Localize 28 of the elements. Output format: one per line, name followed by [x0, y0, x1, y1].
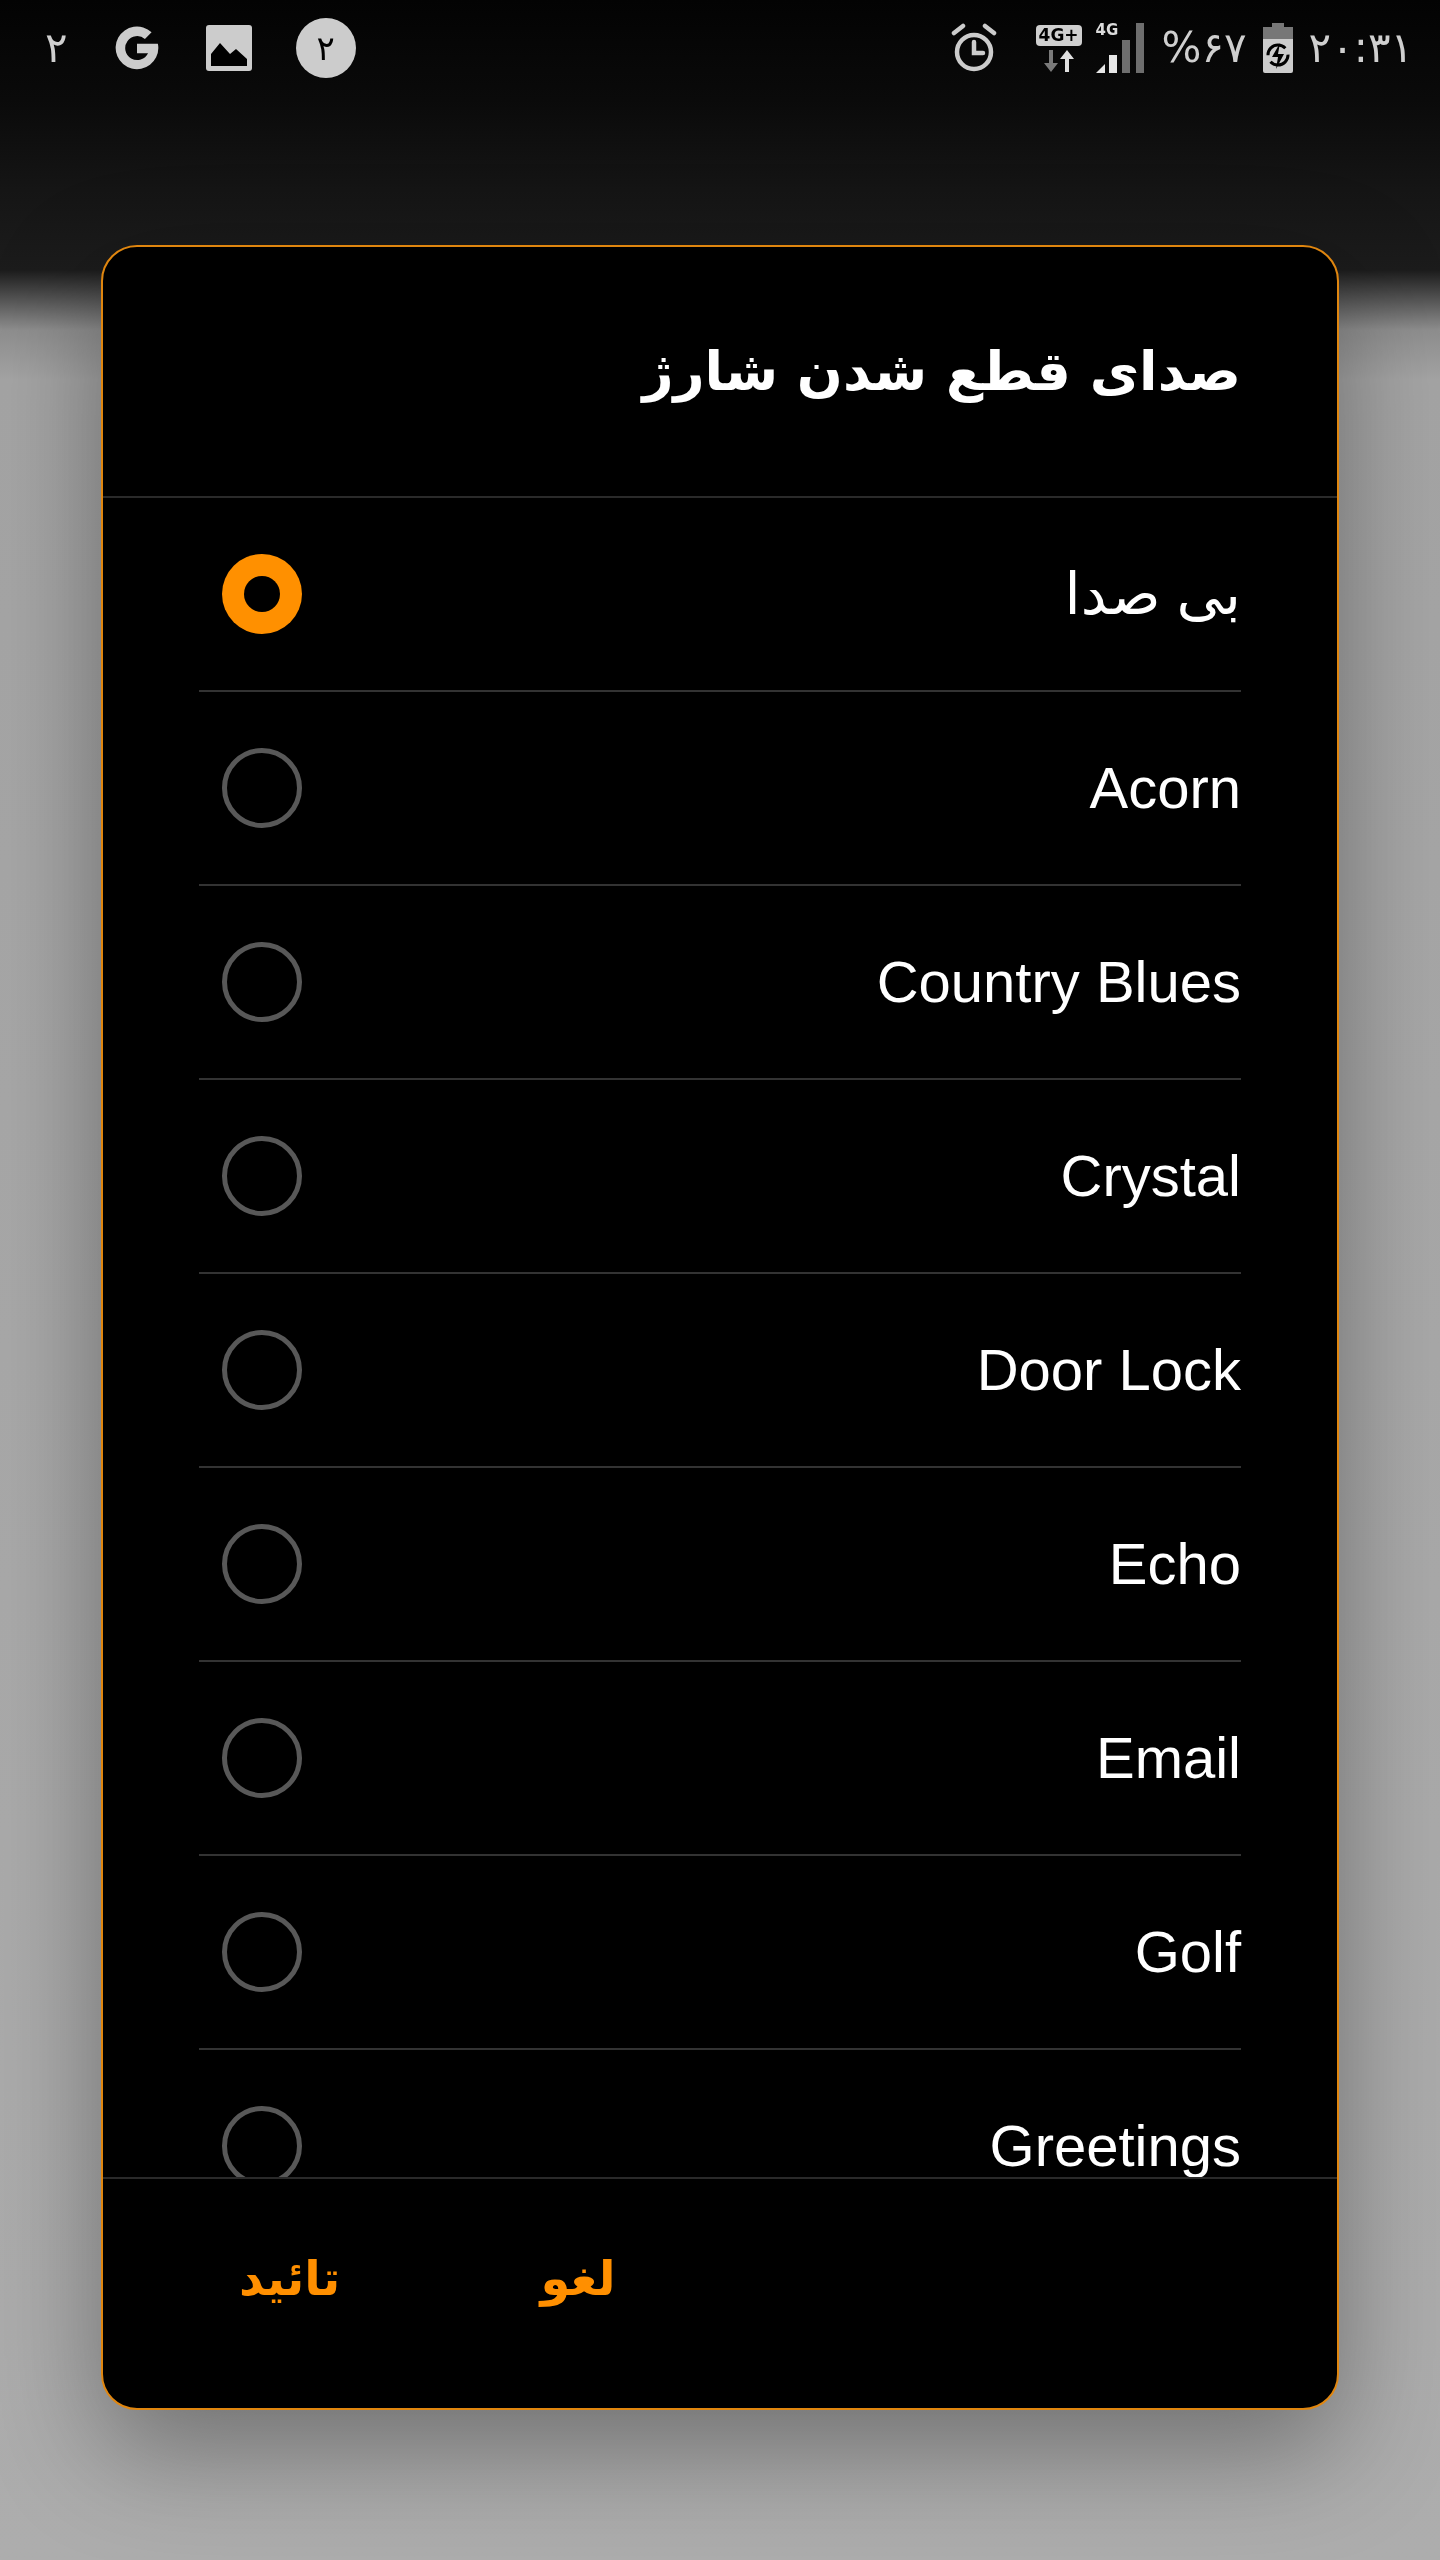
dialog-button[interactable]: تائید — [209, 2239, 371, 2318]
option-label[interactable]: Golf — [1134, 1918, 1241, 1986]
dialog-button[interactable]: لغو — [510, 2239, 646, 2318]
radio-button[interactable] — [222, 1136, 302, 1216]
option-label[interactable]: Door Lock — [976, 1336, 1241, 1404]
radio-button[interactable] — [222, 748, 302, 828]
clock-time: ۲۰:۳۱ — [1308, 27, 1413, 69]
radio-button[interactable] — [222, 1912, 302, 1992]
radio-button[interactable] — [222, 1718, 302, 1798]
dialog-title: صدای قطع شدن شارژ — [642, 340, 1241, 403]
network-label: 4G — [1095, 23, 1119, 38]
battery-charging-icon — [1260, 23, 1295, 73]
option-label[interactable]: Echo — [1108, 1530, 1241, 1598]
radio-button[interactable] — [222, 1330, 302, 1410]
battery-percentage: %۶۷ — [1161, 27, 1247, 69]
alarm-clock-icon — [949, 23, 998, 73]
notification-count: ۲ — [45, 27, 68, 69]
image-icon — [205, 25, 252, 71]
option-label[interactable]: Country Blues — [876, 948, 1241, 1016]
option-label[interactable]: Crystal — [1060, 1142, 1241, 1210]
radio-button[interactable] — [222, 942, 302, 1022]
radio-button[interactable] — [222, 2106, 302, 2177]
notification-badge: ۲ — [295, 18, 356, 78]
option-label[interactable]: Acorn — [1089, 754, 1241, 822]
option-label[interactable]: Email — [1095, 1724, 1241, 1792]
radio-button[interactable] — [222, 1524, 302, 1604]
network-type-badge: 4G+ — [1035, 24, 1082, 46]
option-label[interactable]: بی صدا — [1064, 560, 1241, 628]
